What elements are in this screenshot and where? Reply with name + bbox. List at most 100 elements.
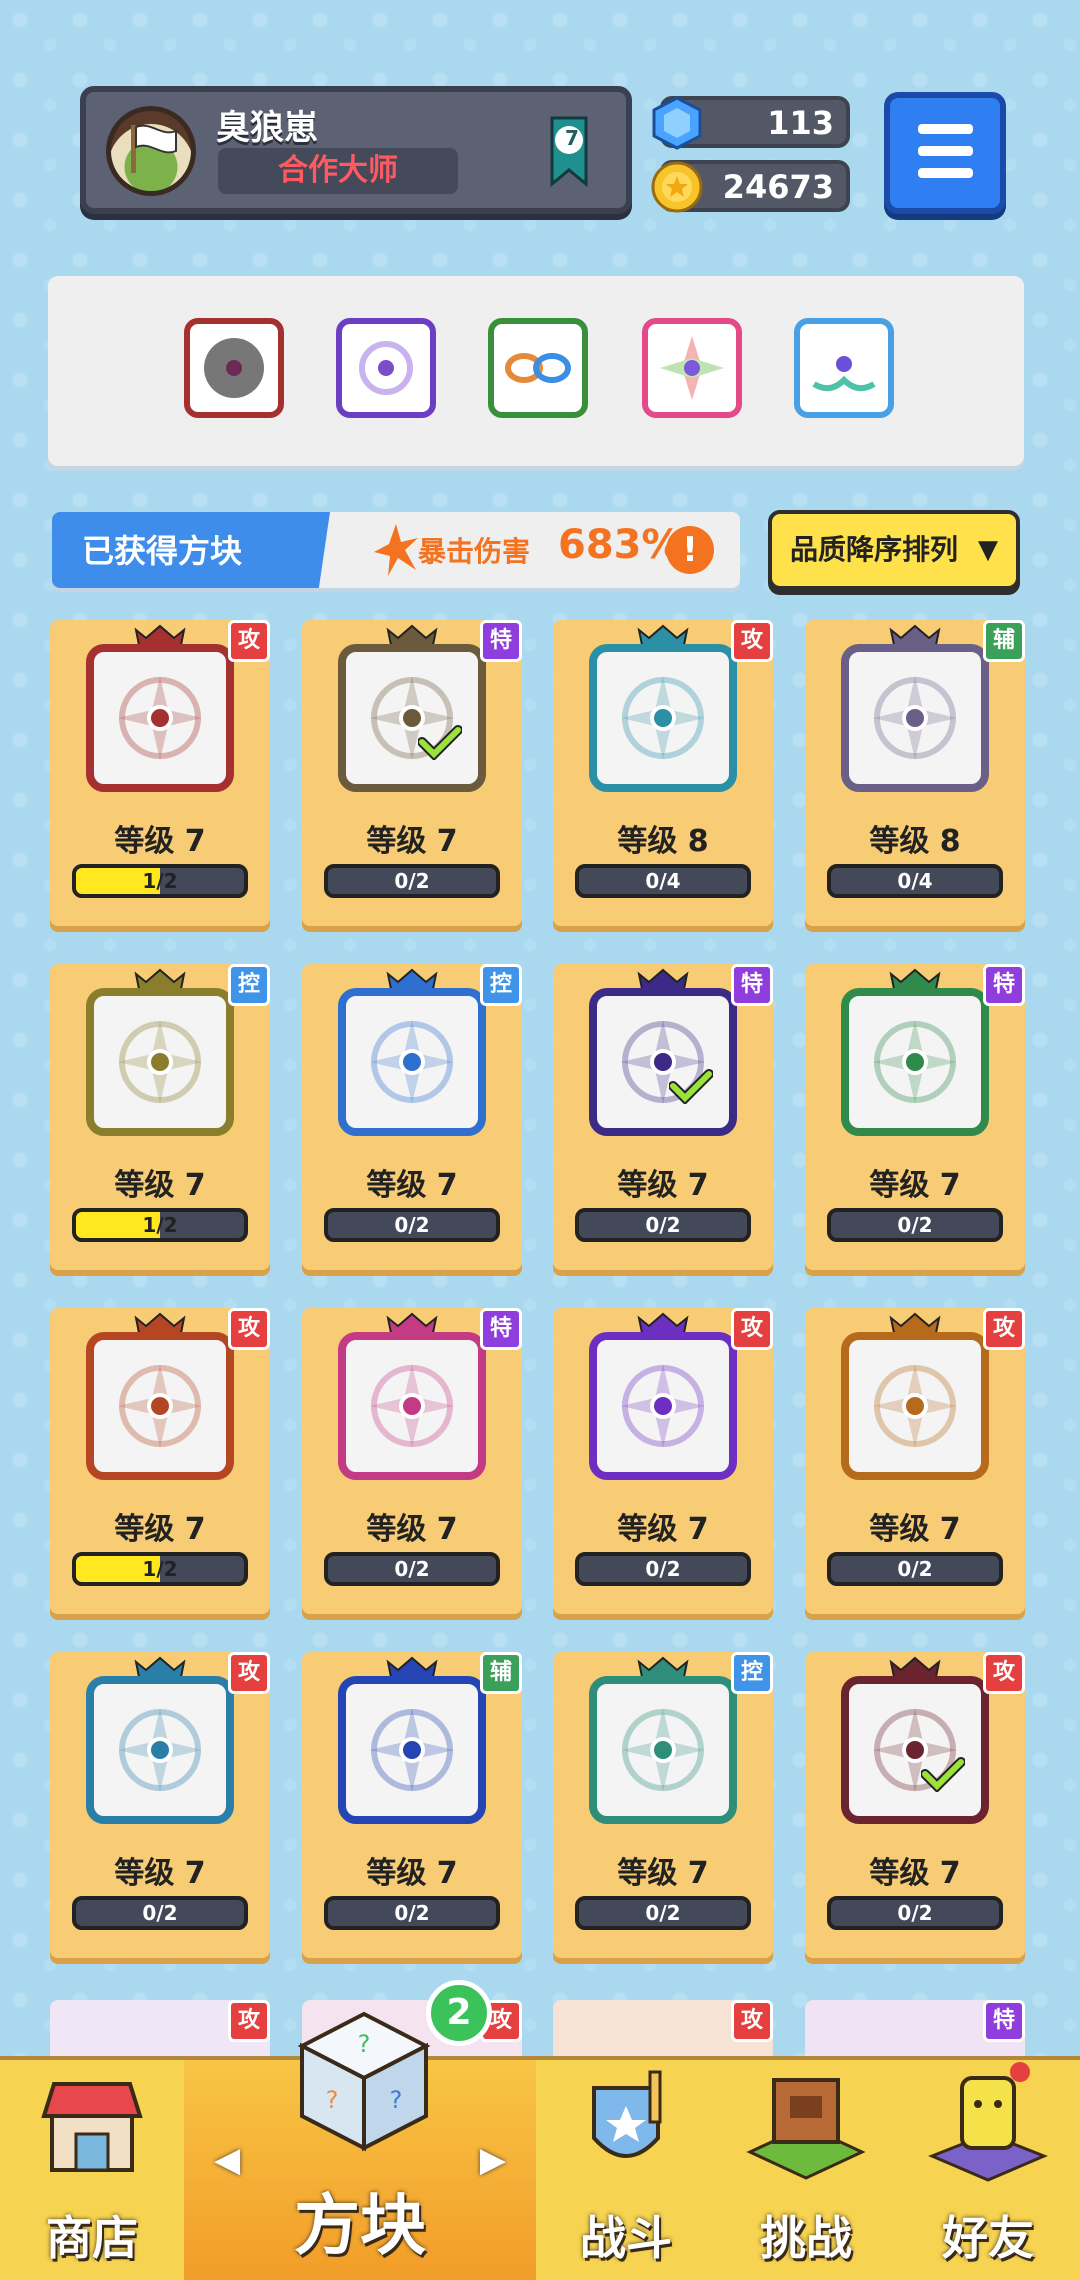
blocks-notification-badge: 2 <box>426 1980 492 2046</box>
block-type-badge: 控 <box>480 964 522 1006</box>
friend-robot-icon <box>928 2062 1048 2182</box>
block-progress-text: 1/2 <box>142 1557 178 1581</box>
block-card[interactable]: 特等级 7 0/2 <box>302 1308 522 1614</box>
block-card[interactable]: 辅等级 8 0/4 <box>805 620 1025 926</box>
crit-damage-label: 暴击伤害 <box>418 535 531 568</box>
coin-counter[interactable]: 24673 <box>651 160 850 213</box>
block-level: 等级 8 <box>617 824 709 859</box>
menu-button[interactable] <box>884 92 1006 214</box>
block-progress-text: 1/2 <box>142 1213 178 1237</box>
nav-blocks[interactable]: ◀ ▶ ? ? ? 方块 <box>184 2011 536 2280</box>
block-level: 等级 7 <box>114 824 206 859</box>
equipped-slot-3[interactable] <box>488 318 588 418</box>
block-type-badge: 特 <box>983 964 1025 1006</box>
hands-icon <box>812 356 876 392</box>
block-art <box>338 988 486 1136</box>
block-card[interactable]: 控等级 7 1/2 <box>50 964 270 1270</box>
block-card[interactable]: 攻等级 7 1/2 <box>50 1308 270 1614</box>
block-progress-bar: 0/2 <box>324 864 500 898</box>
battle-shield-icon <box>592 2070 662 2158</box>
nav-shop[interactable]: 商店 <box>0 2060 184 2280</box>
block-art <box>841 988 989 1136</box>
block-type-badge: 控 <box>731 1652 773 1694</box>
block-core <box>399 1737 425 1763</box>
block-art <box>338 644 486 792</box>
block-card[interactable]: 特等级 7 0/2 <box>553 964 773 1270</box>
block-card[interactable]: 辅等级 7 0/2 <box>302 1652 522 1958</box>
block-card[interactable]: 攻等级 7 0/2 <box>50 1652 270 1958</box>
equipped-blocks-panel <box>48 276 1024 466</box>
block-card[interactable]: 攻等级 8 0/4 <box>553 620 773 926</box>
equipped-slot-4[interactable] <box>642 318 742 418</box>
block-progress-text: 0/2 <box>394 869 430 893</box>
sort-dropdown[interactable]: 品质降序排列 ▼ <box>768 510 1020 590</box>
infinity-icon <box>505 353 571 383</box>
block-level: 等级 7 <box>869 1168 961 1203</box>
block-type-badge: 控 <box>228 964 270 1006</box>
block-level: 等级 7 <box>114 1168 206 1203</box>
coin-count: 24673 <box>722 168 834 206</box>
block-progress-bar: 0/2 <box>827 1896 1003 1930</box>
block-card[interactable]: 攻等级 7 0/2 <box>805 1308 1025 1614</box>
block-level: 等级 7 <box>617 1168 709 1203</box>
block-type-badge: 攻 <box>983 1308 1025 1350</box>
block-progress-bar: 0/2 <box>324 1552 500 1586</box>
gem-count: 113 <box>767 104 834 142</box>
block-type-badge: 特 <box>731 964 773 1006</box>
gold-coin-icon <box>651 161 703 213</box>
block-level: 等级 7 <box>869 1512 961 1547</box>
equipped-check-icon <box>669 1069 713 1104</box>
block-level: 等级 7 <box>366 824 458 859</box>
equipped-slot-5[interactable] <box>794 318 894 418</box>
block-type-badge: 特 <box>983 2000 1025 2042</box>
block-card[interactable]: 攻等级 7 1/2 <box>50 620 270 926</box>
block-progress-text: 0/2 <box>645 1557 681 1581</box>
block-type-badge: 辅 <box>983 620 1025 662</box>
block-card[interactable]: 攻等级 7 0/2 <box>553 1308 773 1614</box>
gem-counter[interactable]: 113 <box>652 96 850 150</box>
block-progress-bar: 0/2 <box>72 1896 248 1930</box>
nav-friends-label: 好友 <box>942 2211 1034 2265</box>
block-core <box>399 1049 425 1075</box>
block-level: 等级 7 <box>366 1856 458 1891</box>
block-art <box>841 1676 989 1824</box>
block-card[interactable]: 控等级 7 0/2 <box>553 1652 773 1958</box>
equipped-slot-2[interactable] <box>336 318 436 418</box>
block-art <box>589 988 737 1136</box>
block-level: 等级 7 <box>366 1168 458 1203</box>
block-core <box>902 1393 928 1419</box>
block-level: 等级 7 <box>617 1512 709 1547</box>
crit-info-button[interactable]: ! <box>666 526 714 574</box>
block-card[interactable]: 控等级 7 0/2 <box>302 964 522 1270</box>
crit-damage-value: 683% <box>558 522 682 568</box>
equipped-check-icon <box>921 1757 965 1792</box>
nav-blocks-label: 方块 <box>294 2187 426 2264</box>
sort-label: 品质降序排列 <box>790 533 959 566</box>
sawblade-icon <box>204 338 264 398</box>
player-profile-panel[interactable]: 臭狼崽 合作大师 7 <box>80 86 632 214</box>
nav-battle[interactable]: 战斗 <box>536 2060 716 2280</box>
block-progress-bar: 0/2 <box>324 1208 500 1242</box>
nav-challenge[interactable]: 挑战 <box>716 2060 896 2280</box>
obtained-blocks-bar: 已获得方块 暴击伤害 683% ! <box>52 512 740 588</box>
block-progress-text: 1/2 <box>142 869 178 893</box>
block-type-badge: 特 <box>480 1308 522 1350</box>
block-type-badge: 攻 <box>228 1308 270 1350</box>
block-progress-bar: 0/4 <box>575 864 751 898</box>
block-progress-text: 0/2 <box>897 1901 933 1925</box>
equipped-slot-1[interactable] <box>184 318 284 418</box>
block-art <box>338 1332 486 1480</box>
block-art <box>589 644 737 792</box>
avatar[interactable] <box>106 106 196 196</box>
blue-gem-icon <box>652 96 702 150</box>
block-card[interactable]: 攻等级 7 0/2 <box>805 1652 1025 1958</box>
block-art <box>86 1332 234 1480</box>
block-progress-text: 0/2 <box>645 1213 681 1237</box>
block-progress-text: 0/4 <box>897 869 933 893</box>
block-card[interactable]: 特等级 7 0/2 <box>302 620 522 926</box>
block-card[interactable]: 特等级 7 0/2 <box>805 964 1025 1270</box>
nav-battle-label: 战斗 <box>580 2211 672 2265</box>
block-art <box>86 1676 234 1824</box>
nav-friends[interactable]: 好友 <box>896 2060 1080 2280</box>
vortex-icon <box>359 341 413 395</box>
